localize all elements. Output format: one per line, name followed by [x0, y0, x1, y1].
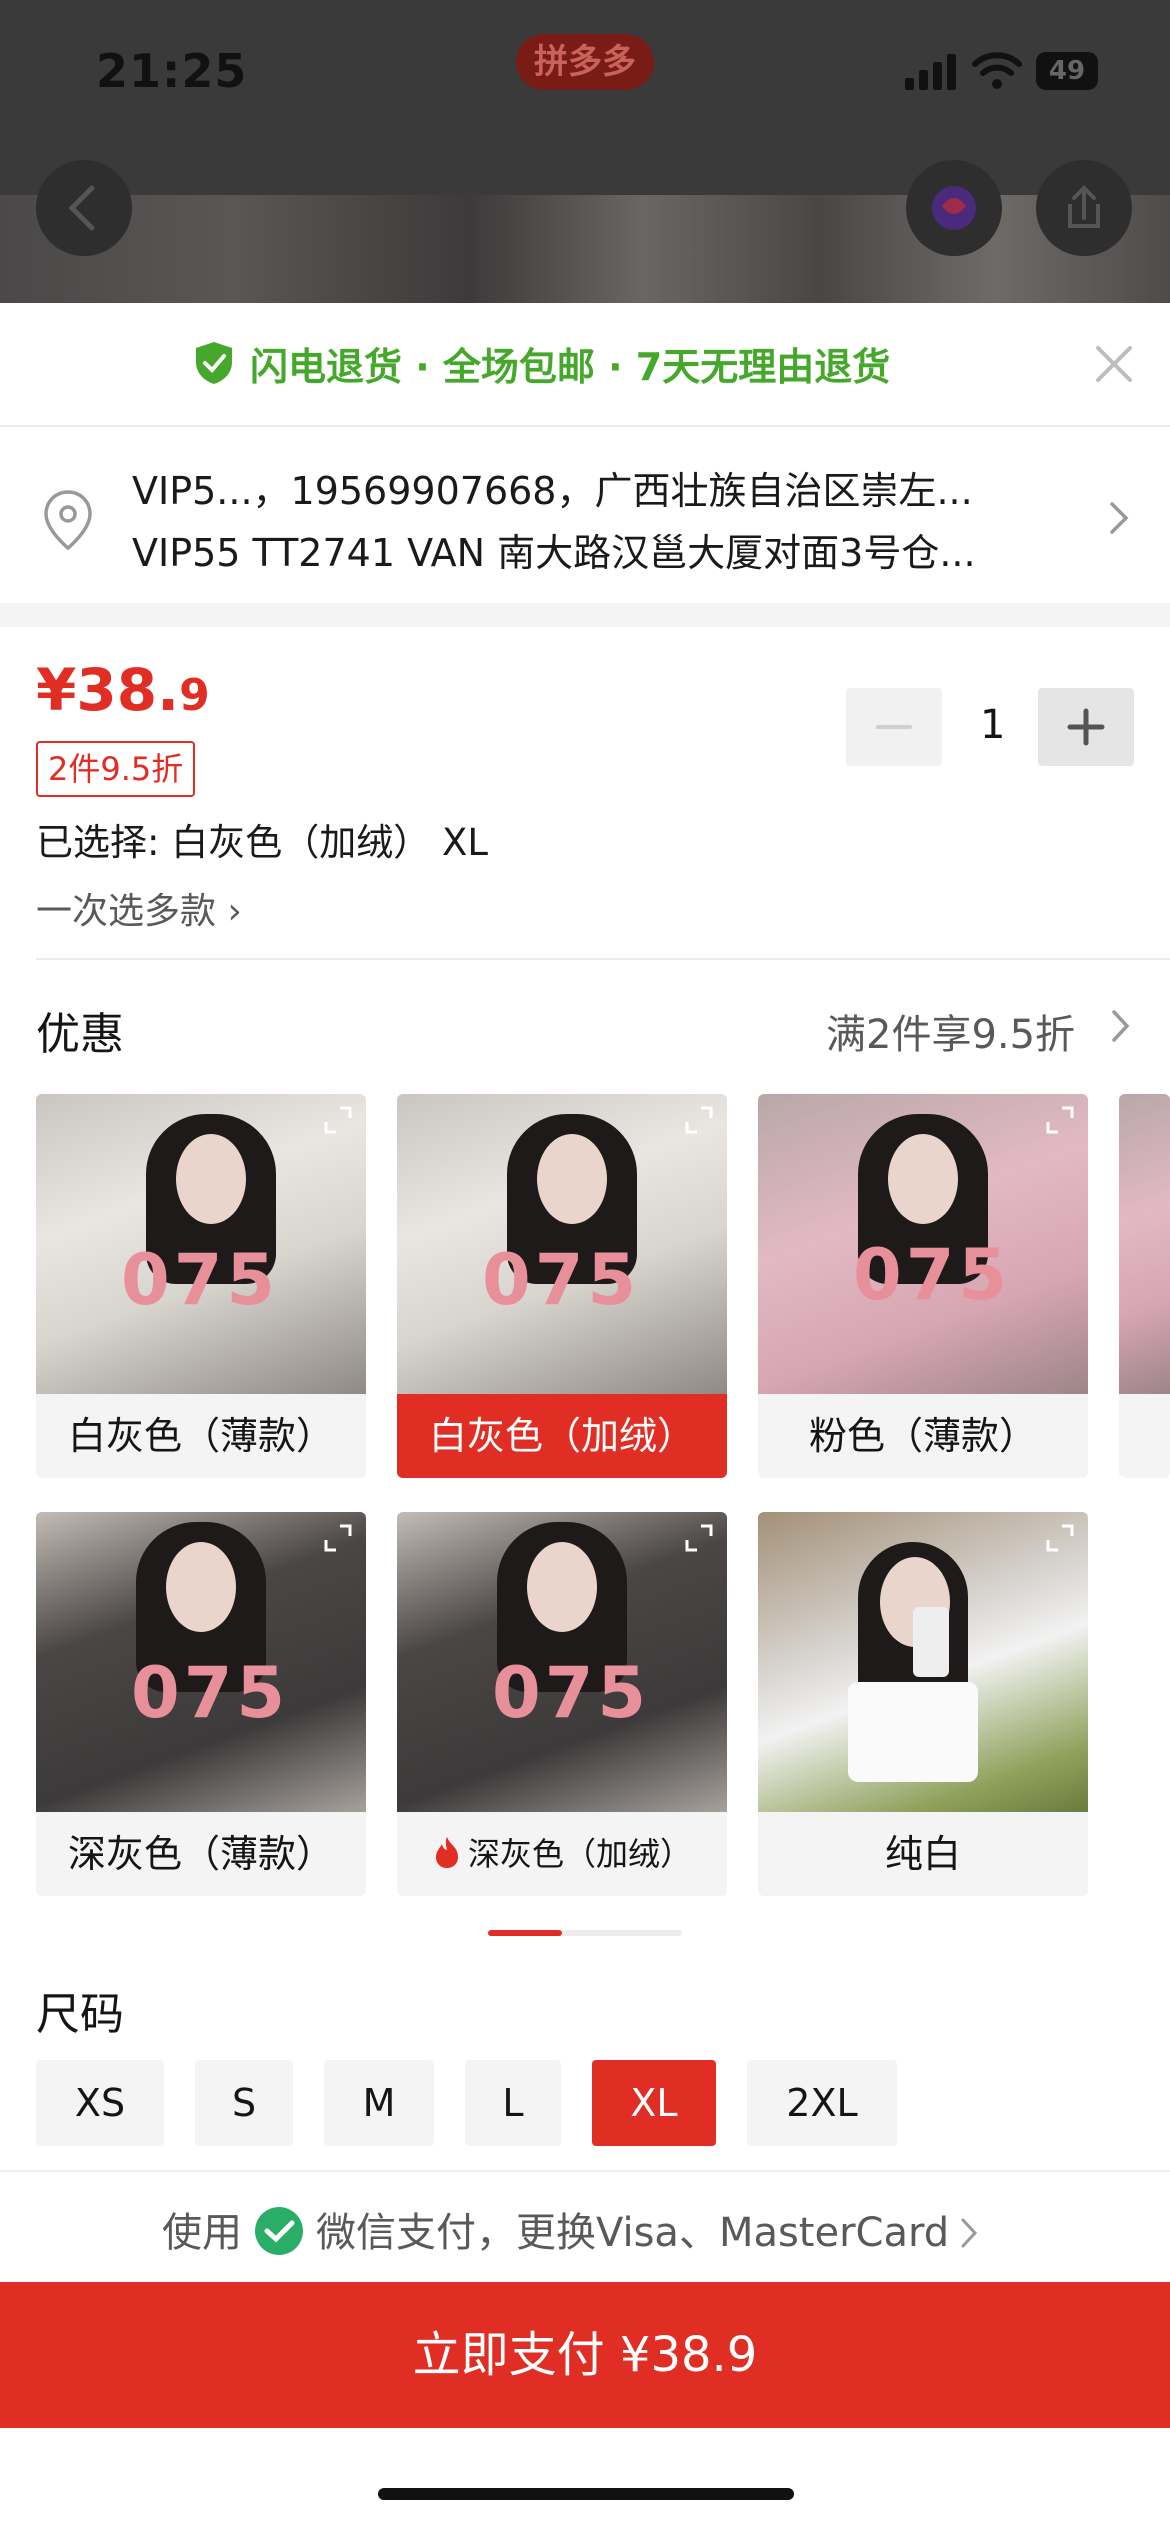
divider — [0, 2170, 1170, 2172]
assistant-icon — [932, 186, 976, 230]
variant-tile[interactable]: 075 深灰色（加绒） — [397, 1512, 727, 1896]
share-icon — [1068, 185, 1100, 228]
size-option-l[interactable]: L — [465, 2060, 561, 2146]
size-section-title: 尺码 — [36, 1989, 124, 2040]
payment-method-note[interactable]: 使用 微信支付，更换Visa、MasterCard — [162, 2200, 981, 2258]
wifi-icon — [972, 52, 1022, 89]
variant-label: 粉色（薄款） — [808, 1414, 1037, 1458]
variant-image: 075 — [36, 1512, 366, 1812]
share-button[interactable] — [1036, 160, 1132, 256]
app-badge: 拼多多 — [516, 34, 654, 90]
promo-text: 闪电退货 · 全场包邮 · 7天无理由退货 — [250, 345, 891, 389]
variant-tile[interactable]: 075 粉色（薄款） — [758, 1094, 1088, 1478]
shirt-number: 075 — [482, 1239, 641, 1321]
expand-icon[interactable] — [1042, 1102, 1078, 1138]
address-line-2: VIP55 TT2741 VAN 南大路汉邕大厦对面3号仓... — [132, 531, 976, 575]
variant-label: 深灰色（薄款） — [67, 1832, 334, 1876]
discount-detail-link[interactable]: 满2件享9.5折 — [826, 1002, 1075, 1060]
size-option-2xl[interactable]: 2XL — [747, 2060, 897, 2146]
wechat-pay-icon — [255, 2207, 303, 2255]
shirt-number: 075 — [131, 1652, 290, 1734]
quantity-increase-button[interactable] — [1038, 688, 1134, 766]
pay-now-button[interactable]: 立即支付 ¥38.9 — [0, 2282, 1170, 2428]
shirt-number: 075 — [492, 1652, 651, 1734]
section-divider — [0, 603, 1170, 627]
location-pin-icon — [44, 490, 92, 551]
shirt-number: 075 — [121, 1239, 280, 1321]
multi-select-link[interactable]: 一次选多款 › — [36, 882, 242, 934]
variant-image: 075 — [36, 1094, 366, 1394]
variant-label: 白灰色（薄款） — [67, 1414, 334, 1458]
selected-summary: 已选择: 白灰色（加绒） XL — [36, 821, 488, 864]
variant-image — [1119, 1094, 1170, 1394]
variant-tile[interactable]: 075 深灰色（薄款） — [36, 1512, 366, 1896]
assistant-button[interactable] — [906, 160, 1002, 256]
expand-icon[interactable] — [681, 1520, 717, 1556]
minus-icon — [876, 725, 912, 729]
variant-image: 075 — [758, 1094, 1088, 1394]
size-option-m[interactable]: M — [324, 2060, 434, 2146]
white-top — [848, 1682, 978, 1782]
variant-label: 纯白 — [884, 1832, 961, 1876]
size-option-s[interactable]: S — [195, 2060, 293, 2146]
size-option-xs[interactable]: XS — [36, 2060, 164, 2146]
size-option-xl[interactable]: XL — [592, 2060, 716, 2146]
address-line-1: VIP5...，19569907668，广西壮族自治区崇左... — [132, 469, 973, 513]
discount-tag: 2件9.5折 — [36, 741, 196, 797]
expand-icon[interactable] — [320, 1520, 356, 1556]
chevron-right-icon — [961, 2218, 978, 2248]
price-main: ¥38. — [36, 656, 180, 724]
price: ¥38.9 — [36, 656, 210, 724]
payment-note-prefix: 使用 — [162, 2210, 242, 2256]
battery-icon: 49 — [1036, 52, 1098, 90]
variant-image: 075 — [397, 1094, 727, 1394]
variant-tile-partial[interactable] — [1119, 1094, 1170, 1478]
chevron-left-icon — [68, 185, 95, 231]
expand-icon[interactable] — [1042, 1520, 1078, 1556]
expand-icon[interactable] — [320, 1102, 356, 1138]
home-indicator — [378, 2488, 794, 2500]
shirt-number: 075 — [853, 1234, 1012, 1316]
close-icon[interactable] — [1094, 344, 1134, 384]
variant-label-text: 深灰色（加绒） — [467, 1835, 692, 1873]
variant-image — [758, 1512, 1088, 1812]
status-time: 21:25 — [96, 44, 248, 98]
quantity-value[interactable]: 1 — [980, 702, 1005, 748]
payment-note-suffix: 微信支付，更换Visa、MasterCard — [316, 2210, 950, 2256]
chevron-right-icon — [1110, 502, 1129, 534]
variant-image: 075 — [397, 1512, 727, 1812]
variant-tile[interactable]: 075 白灰色（薄款） — [36, 1094, 366, 1478]
chevron-right-icon — [1112, 1010, 1130, 1042]
price-decimal: 9 — [179, 670, 210, 721]
expand-icon[interactable] — [681, 1102, 717, 1138]
flame-icon — [435, 1837, 458, 1868]
discount-section-title: 优惠 — [36, 1009, 124, 1060]
variant-scroll-thumb — [488, 1930, 562, 1936]
variant-label — [1119, 1394, 1170, 1478]
variant-label: 白灰色（加绒） — [397, 1394, 727, 1478]
variant-tile-selected[interactable]: 075 白灰色（加绒） — [397, 1094, 727, 1478]
variant-label-hot: 深灰色（加绒） — [397, 1812, 727, 1896]
plus-icon — [1067, 708, 1105, 746]
quantity-decrease-button[interactable] — [846, 688, 942, 766]
phone-in-hand — [913, 1607, 949, 1677]
shield-icon — [196, 342, 232, 384]
divider — [36, 958, 1170, 960]
variant-tile[interactable]: 纯白 — [758, 1512, 1088, 1896]
back-button[interactable] — [36, 160, 132, 256]
signal-icon — [905, 54, 957, 90]
